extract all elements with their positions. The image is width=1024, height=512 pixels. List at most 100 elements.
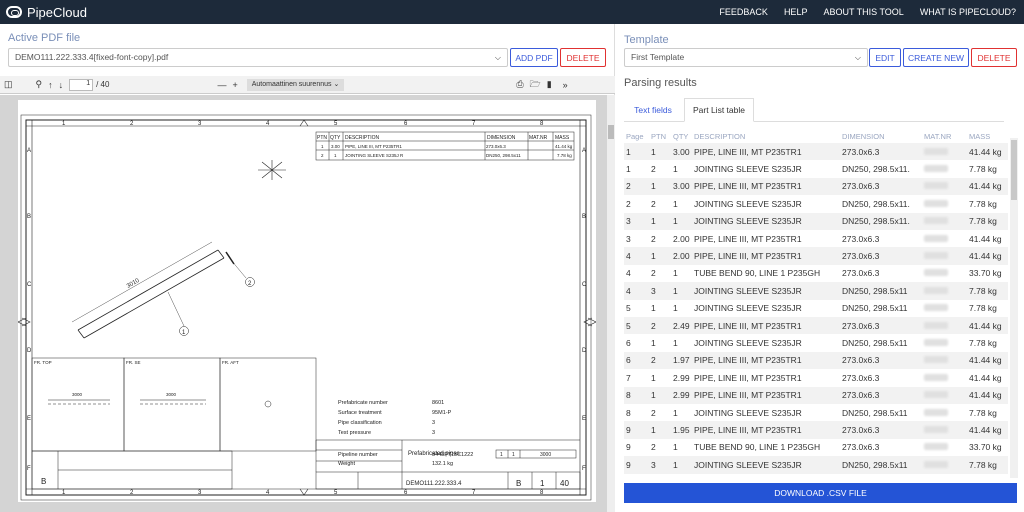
template-value: First Template bbox=[631, 52, 685, 62]
mat-nr-redacted bbox=[924, 268, 948, 278]
weight-label: Weight bbox=[338, 461, 355, 467]
viewer-scrollbar[interactable] bbox=[607, 95, 615, 512]
table-cell: PIPE, LINE III, MT P235TR1 bbox=[694, 233, 802, 244]
table-cell: 4 bbox=[626, 251, 631, 262]
table-cell: 4 bbox=[626, 285, 631, 296]
bookmark-icon[interactable]: ▮ bbox=[547, 79, 552, 90]
result-tabs: Text fields Part List table bbox=[624, 96, 1004, 122]
active-pdf-title: Active PDF file bbox=[8, 32, 81, 44]
table-cell: 6 bbox=[626, 355, 631, 366]
pdf-viewer[interactable]: 1 2 3 4 5 6 7 8 1 2 3 4 5 6 7 8 A B C D … bbox=[0, 95, 615, 512]
table-cell: 1 bbox=[673, 268, 678, 279]
tab-text-fields[interactable]: Text fields bbox=[624, 98, 682, 122]
table-cell: JOINTING SLEEVE S235JR bbox=[694, 164, 802, 175]
bom-cell: 2 bbox=[321, 153, 324, 158]
zoom-out-button[interactable]: — bbox=[217, 80, 226, 90]
table-cell: 41.44 kg bbox=[969, 251, 1002, 262]
mat-nr-redacted bbox=[924, 234, 948, 244]
table-cell: 2.49 bbox=[673, 320, 690, 331]
table-cell: 41.44 kg bbox=[969, 146, 1002, 157]
nav-help[interactable]: HELP bbox=[784, 7, 808, 17]
create-new-template-button[interactable]: CREATE NEW bbox=[903, 48, 969, 67]
table-cell: JOINTING SLEEVE S235JR bbox=[694, 198, 802, 209]
table-row: 1 2 1 JOINTING SLEEVE S235JR DN250, 298.5x11… bbox=[624, 160, 1008, 177]
revision-value: B bbox=[516, 479, 521, 488]
table-row: 9 1 1.95 PIPE, LINE III, MT P235TR1 273.0x6.… bbox=[624, 421, 1008, 439]
table-cell: 9 bbox=[626, 459, 631, 470]
col-header-qty: QTY bbox=[673, 132, 689, 142]
app-title: PipeCloud bbox=[27, 4, 87, 20]
mat-nr-redacted bbox=[924, 164, 948, 174]
template-select[interactable]: First Template ⌵ bbox=[624, 48, 868, 67]
table-cell: JOINTING SLEEVE S235JR bbox=[694, 338, 802, 349]
search-icon[interactable]: ⚲ bbox=[36, 79, 43, 90]
table-cell: DN250, 298.5x11. bbox=[842, 216, 910, 227]
viewer-scroll-thumb[interactable] bbox=[608, 125, 614, 139]
table-cell: 1 bbox=[673, 164, 678, 175]
mat-nr-redacted bbox=[924, 216, 948, 226]
page-number-input[interactable]: 1 bbox=[69, 78, 94, 91]
table-cell: 41.44 kg bbox=[969, 372, 1002, 383]
info-label: Pipe classification bbox=[338, 420, 382, 426]
pdf-file-value: DEMO111.222.333.4[fixed-font-copy].pdf bbox=[15, 52, 169, 62]
table-cell: 5 bbox=[626, 303, 631, 314]
next-page-icon[interactable]: ↓ bbox=[59, 80, 64, 90]
table-row: 4 1 2.00 PIPE, LINE III, MT P235TR1 273.0x6.… bbox=[624, 247, 1008, 265]
print-icon[interactable]: ⎙ bbox=[516, 79, 523, 90]
zoom-select[interactable]: Automaattinen suurennus ⌄ bbox=[246, 78, 345, 91]
delete-template-button[interactable]: DELETE bbox=[971, 48, 1017, 67]
nav-what-is-pipecloud[interactable]: WHAT IS PIPECLOUD? bbox=[920, 7, 1016, 17]
compass-icon bbox=[258, 160, 286, 180]
table-row: 8 2 1 JOINTING SLEEVE S235JR DN250, 298.5x11… bbox=[624, 404, 1008, 421]
table-cell: 2 bbox=[651, 320, 656, 331]
download-csv-button[interactable]: DOWNLOAD .CSV FILE bbox=[624, 483, 1017, 503]
tab-part-list-table[interactable]: Part List table bbox=[684, 98, 754, 122]
mat-nr-redacted bbox=[924, 390, 948, 400]
row-label: D bbox=[27, 348, 32, 354]
more-tools-icon[interactable]: » bbox=[563, 80, 568, 90]
col-header-description: DESCRIPTION bbox=[694, 132, 746, 142]
row-label: E bbox=[582, 416, 586, 422]
add-pdf-button[interactable]: ADD PDF bbox=[510, 48, 558, 67]
bom-header: DIMENSION bbox=[487, 135, 516, 141]
edit-template-button[interactable]: EDIT bbox=[869, 48, 901, 67]
sidebar-toggle-icon[interactable]: ◫ bbox=[4, 79, 13, 90]
nav-about[interactable]: ABOUT THIS TOOL bbox=[823, 7, 903, 17]
mat-nr-redacted bbox=[924, 199, 948, 209]
table-cell: PIPE, LINE III, MT P235TR1 bbox=[694, 372, 802, 383]
table-cell: 1.97 bbox=[673, 355, 690, 366]
zoom-in-button[interactable]: + bbox=[232, 80, 237, 90]
previous-page-icon[interactable]: ↑ bbox=[48, 80, 53, 90]
table-cell: 1 bbox=[651, 216, 656, 227]
open-file-icon[interactable]: 🗁 bbox=[530, 77, 541, 93]
table-cell: 1 bbox=[651, 181, 656, 192]
mat-nr-redacted bbox=[924, 460, 948, 470]
table-cell: 2.99 bbox=[673, 390, 690, 401]
revision-left: B bbox=[41, 477, 46, 486]
pdf-page: 1 2 3 4 5 6 7 8 1 2 3 4 5 6 7 8 A B C D … bbox=[17, 100, 597, 502]
table-scrollbar[interactable] bbox=[1010, 138, 1018, 478]
table-scroll-thumb[interactable] bbox=[1011, 140, 1017, 200]
table-cell: 2 bbox=[651, 442, 656, 453]
brand[interactable]: PipeCloud bbox=[0, 5, 87, 20]
delete-pdf-button[interactable]: DELETE bbox=[560, 48, 606, 67]
bom-header: MASS bbox=[555, 135, 570, 141]
table-cell: 1 bbox=[651, 372, 656, 383]
table-cell: PIPE, LINE III, MT P235TR1 bbox=[694, 425, 802, 436]
info-label: Prefabricate number bbox=[338, 400, 388, 406]
row-label: A bbox=[27, 148, 31, 154]
mat-nr-redacted bbox=[924, 251, 948, 261]
table-cell: 1 bbox=[673, 285, 678, 296]
bom-cell: DN250, 298.5x11 bbox=[486, 153, 521, 158]
table-cell: 33.70 kg bbox=[969, 442, 1002, 453]
table-cell: 273.0x6.3 bbox=[842, 390, 880, 401]
table-cell: 2 bbox=[651, 198, 656, 209]
pdf-file-select[interactable]: DEMO111.222.333.4[fixed-font-copy].pdf ⌵ bbox=[8, 48, 508, 67]
pipe-length-dimension: 3010 bbox=[126, 278, 141, 290]
table-cell: 3 bbox=[651, 459, 656, 470]
nav-feedback[interactable]: FEEDBACK bbox=[719, 7, 768, 17]
row-label: A bbox=[582, 148, 586, 154]
table-cell: TUBE BEND 90, LINE 1 P235GH bbox=[694, 268, 821, 279]
table-cell: 1 bbox=[651, 251, 656, 262]
row-label: D bbox=[582, 348, 587, 354]
